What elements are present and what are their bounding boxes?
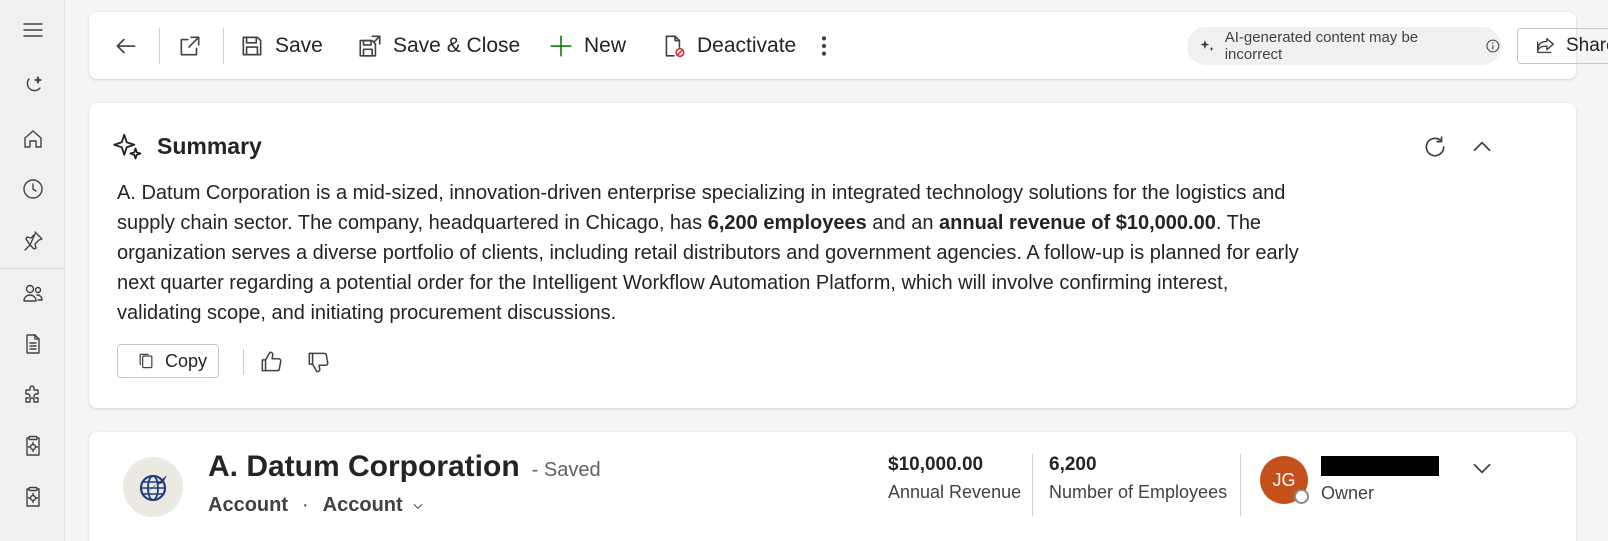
more-vertical-icon (821, 36, 827, 56)
share-icon (1536, 37, 1554, 54)
clock-icon[interactable] (17, 173, 49, 205)
feedback-divider (243, 349, 244, 375)
ai-disclaimer: AI-generated content may be incorrect (1187, 27, 1501, 65)
hamburger-icon[interactable] (17, 14, 49, 46)
more-commands-button[interactable] (811, 29, 837, 63)
annual-revenue-label: Annual Revenue (888, 482, 1022, 502)
save-label: Save (275, 34, 323, 57)
summary-header: Summary (113, 131, 262, 161)
globe-plane-icon (139, 474, 167, 502)
thumbs-down-icon (308, 352, 329, 373)
people-icon[interactable] (17, 277, 49, 309)
field-divider (1240, 454, 1241, 516)
record-title: A. Datum Corporation - Saved (208, 450, 601, 484)
clipboard-gear-icon[interactable] (17, 481, 49, 513)
save-close-icon (359, 35, 381, 57)
form-selector[interactable]: Account (323, 494, 425, 517)
subtitle-separator: · (302, 494, 309, 516)
field-divider (1032, 454, 1033, 516)
deactivate-icon (665, 35, 685, 58)
puzzle-icon[interactable] (17, 378, 49, 410)
owner-label: Owner (1321, 483, 1375, 503)
save-close-button[interactable]: Save & Close (357, 29, 520, 63)
copy-button[interactable]: Copy (117, 344, 219, 378)
rail-divider (0, 268, 65, 269)
thumbs-up-button[interactable] (256, 347, 286, 377)
record-subtitle: Account · Account (208, 494, 425, 517)
clipboard-gear-icon[interactable] (17, 430, 49, 462)
save-close-label: Save & Close (393, 34, 521, 57)
share-label: Share (1566, 35, 1608, 56)
chevron-down-icon (1473, 463, 1491, 474)
deactivate-button[interactable]: Deactivate (661, 29, 796, 63)
owner-name-redacted[interactable] (1321, 456, 1439, 476)
summary-employees-highlight: 6,200 employees (707, 212, 867, 234)
summary-text: A. Datum Corporation is a mid-sized, inn… (117, 178, 1317, 328)
ai-disclaimer-text: AI-generated content may be incorrect (1224, 29, 1419, 63)
sparkle-icon (113, 133, 142, 160)
share-button[interactable]: Share (1517, 28, 1608, 64)
account-logo (123, 457, 183, 517)
expand-header-button[interactable] (1466, 452, 1498, 484)
chevron-down-icon (413, 503, 423, 509)
thumbs-down-button[interactable] (303, 347, 333, 377)
save-icon (242, 36, 262, 56)
refresh-icon (1425, 136, 1445, 157)
employees-label: Number of Employees (1049, 482, 1228, 502)
presence-status-icon (1294, 489, 1309, 504)
plus-icon (550, 35, 572, 57)
new-label: New (584, 34, 627, 57)
info-icon[interactable] (1485, 38, 1501, 54)
collapse-summary-button[interactable] (1466, 131, 1498, 163)
annual-revenue-value: $10,000.00 (888, 454, 984, 475)
entity-name: Account (208, 494, 288, 516)
employees-value: 6,200 (1049, 454, 1097, 475)
back-arrow-icon (116, 38, 136, 54)
document-icon[interactable] (17, 328, 49, 360)
annual-revenue-field: $10,000.00 Annual Revenue (888, 454, 1021, 503)
save-status: - Saved (531, 459, 601, 481)
chevron-up-icon (1473, 141, 1491, 152)
refresh-summary-button[interactable] (1419, 131, 1451, 163)
command-bar: Save Save & Close New Deactivate AI-gene… (89, 12, 1608, 79)
save-button[interactable]: Save (239, 29, 323, 63)
toolbar-divider (159, 28, 160, 64)
copilot-icon[interactable] (17, 70, 49, 102)
copy-label: Copy (165, 350, 208, 371)
new-button[interactable]: New (548, 29, 626, 63)
copy-icon (139, 353, 153, 369)
deactivate-label: Deactivate (697, 34, 797, 57)
record-name: A. Datum Corporation (208, 450, 520, 483)
summary-revenue-highlight: annual revenue of $10,000.00 (939, 212, 1216, 234)
toolbar-divider (223, 28, 224, 64)
back-button[interactable] (113, 29, 139, 63)
owner-initials: JG (1272, 469, 1296, 490)
employees-field: 6,200 Number of Employees (1049, 454, 1227, 503)
thumbs-up-icon (261, 351, 282, 372)
open-in-new-window-icon (180, 36, 200, 56)
open-new-window-button[interactable] (177, 29, 203, 63)
home-icon[interactable] (17, 123, 49, 155)
sparkle-icon (1200, 40, 1214, 52)
record-header: A. Datum Corporation - Saved Account · A… (89, 432, 1576, 541)
form-name: Account (322, 494, 403, 516)
summary-card: Summary A. Datum Corporation is a mid-si… (89, 103, 1576, 408)
left-nav-rail (0, 0, 65, 541)
summary-title: Summary (157, 132, 262, 159)
pin-icon[interactable] (17, 225, 49, 257)
summary-text-part: and an (866, 212, 940, 234)
